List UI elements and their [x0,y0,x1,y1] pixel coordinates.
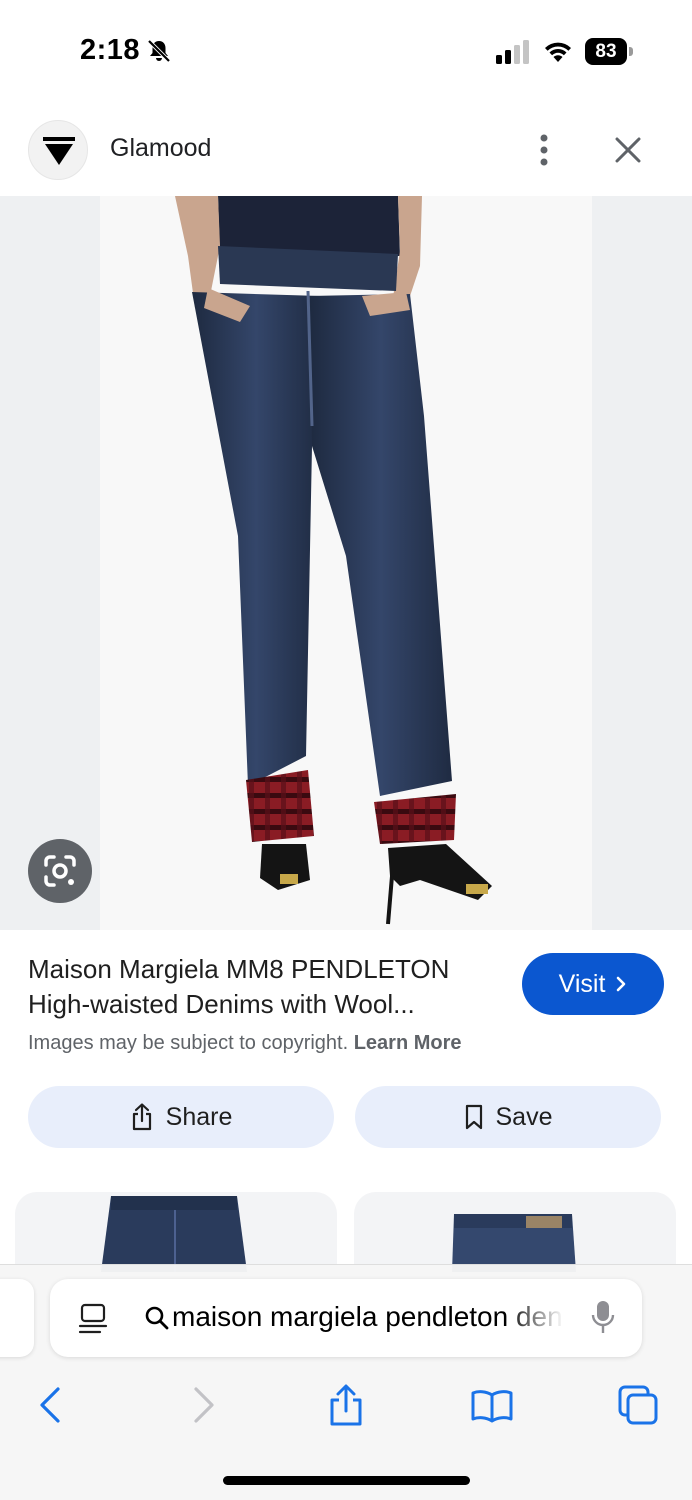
share-icon [132,1103,151,1131]
visit-label: Visit [558,969,606,998]
bookmarks-icon[interactable] [470,1383,514,1427]
bookmark-icon [465,1104,482,1130]
share-button[interactable]: Share [28,1086,334,1148]
battery-icon: 83 [585,38,633,65]
bell-slash-icon [147,39,171,63]
home-indicator[interactable] [223,1476,470,1485]
image-viewer[interactable] [0,196,692,930]
chevron-right-icon [617,976,626,992]
address-text[interactable]: maison margiela pendleton denims [172,1301,564,1333]
site-header: Glamood [0,110,692,196]
save-label: Save [495,1102,553,1131]
search-icon [145,1306,169,1330]
browser-toolbar: maison margiela pendleton denims [0,1264,692,1500]
copyright-text: Images may be subject to copyright. [28,1032,349,1054]
cellular-signal-icon [496,40,529,64]
forward-chevron-icon[interactable] [180,1383,224,1427]
share-label: Share [165,1102,233,1131]
site-name[interactable]: Glamood [110,134,211,163]
visit-button[interactable]: Visit [522,953,664,1015]
status-time: 2:18 [80,34,141,66]
learn-more-link[interactable]: Learn More [354,1032,462,1054]
tabs-icon[interactable] [616,1383,660,1427]
result-title[interactable]: Maison Margiela MM8 PENDLETON High-waist… [28,952,508,1022]
close-icon[interactable] [612,134,644,166]
page-menu-icon[interactable] [78,1303,108,1335]
share-icon[interactable] [324,1383,368,1427]
wifi-icon [545,42,571,62]
previous-tab-preview[interactable] [0,1279,34,1357]
battery-level: 83 [585,38,627,65]
glamood-triangle-logo-icon[interactable] [28,120,88,180]
save-button[interactable]: Save [355,1086,661,1148]
product-image[interactable] [100,196,592,930]
status-bar: 2:18 83 [0,0,692,100]
more-vertical-icon[interactable] [530,132,558,168]
copyright-notice: Images may be subject to copyright. Lear… [28,1032,462,1055]
microphone-icon[interactable] [590,1299,616,1337]
google-lens-icon[interactable] [28,839,92,903]
back-chevron-icon[interactable] [30,1383,74,1427]
jeans-photo [175,196,492,925]
address-bar[interactable]: maison margiela pendleton denims [50,1279,642,1357]
